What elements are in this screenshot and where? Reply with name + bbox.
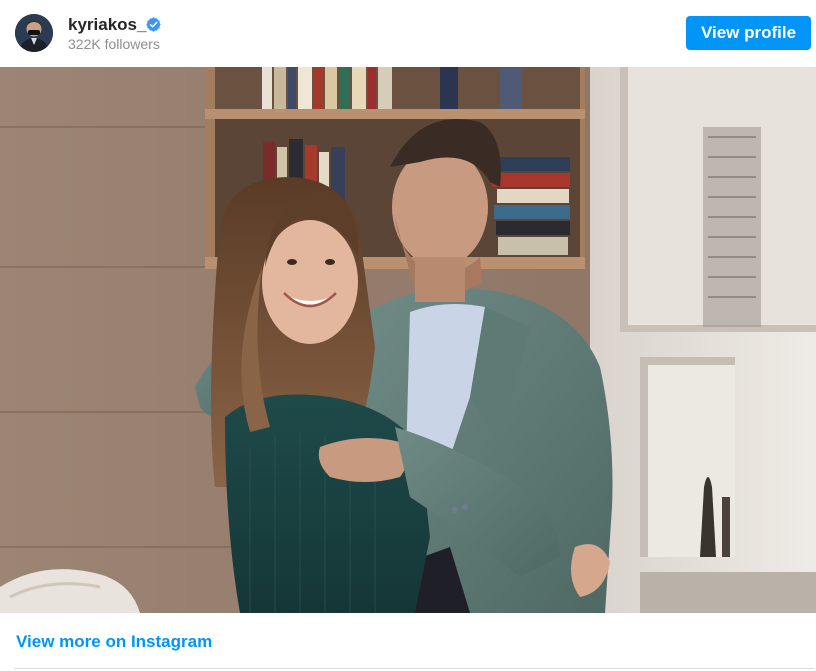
view-profile-button[interactable]: View profile: [686, 16, 811, 50]
post-photo[interactable]: [0, 67, 816, 613]
post-footer: View more on Instagram: [0, 613, 816, 671]
avatar[interactable]: [15, 14, 53, 52]
divider: [14, 668, 814, 669]
follower-count: 322K followers: [68, 36, 160, 52]
instagram-embed: kyriakos_ 322K followers View profile Vi…: [0, 0, 816, 671]
username[interactable]: kyriakos_: [68, 15, 146, 35]
verified-badge-icon: [146, 17, 161, 32]
view-more-on-instagram-link[interactable]: View more on Instagram: [16, 632, 212, 652]
post-header: kyriakos_ 322K followers View profile: [0, 0, 816, 67]
post-photo-image: [0, 67, 816, 613]
